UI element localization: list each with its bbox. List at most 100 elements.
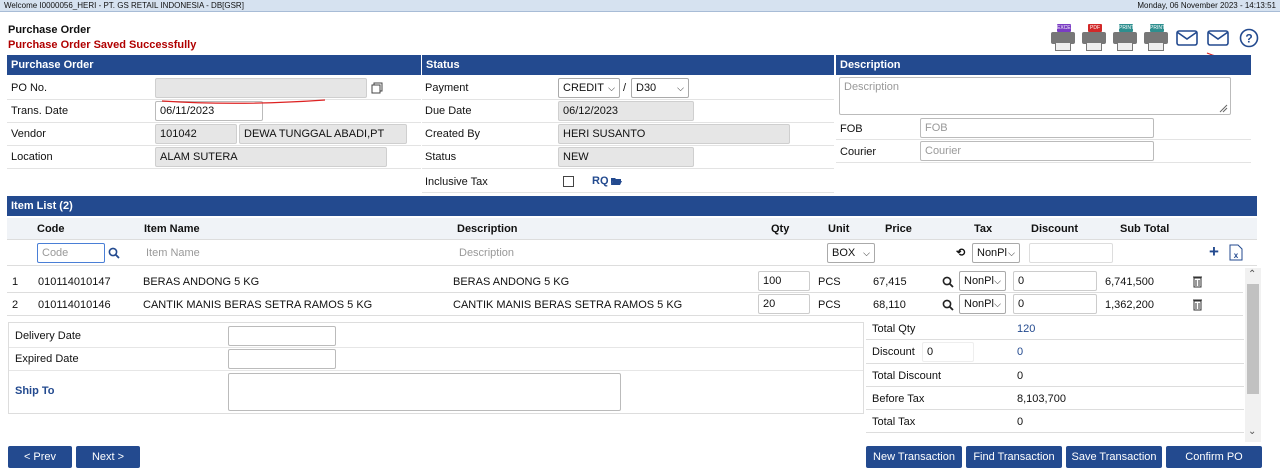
scrollbar-thumb[interactable]	[1247, 284, 1259, 394]
discount-value: 0	[1017, 346, 1024, 358]
courier-row: Courier Courier	[836, 140, 1251, 163]
chevron-down-icon: ⌵	[863, 248, 870, 258]
description-input[interactable]: Description	[454, 243, 752, 263]
print-tag-1: PRINT1	[1119, 24, 1137, 32]
row-tax-select[interactable]: NonPl ⌵	[959, 271, 1006, 291]
row-discount-input[interactable]: 0	[1013, 294, 1097, 314]
col-tax: Tax	[974, 223, 993, 235]
search-icon[interactable]	[942, 276, 954, 288]
fob-input[interactable]: FOB	[920, 118, 1154, 138]
inclusive-tax-checkbox[interactable]	[563, 176, 574, 187]
created-by-field: HERI SUSANTO	[558, 124, 790, 144]
tax-select[interactable]: NonPl ⌵	[972, 243, 1020, 263]
row-tax-value: NonPl	[964, 275, 994, 287]
payment-term-select[interactable]: D30 ⌵	[631, 78, 689, 98]
table-row[interactable]: 1 010114010147 BERAS ANDONG 5 KG BERAS A…	[7, 270, 1243, 293]
help-icon[interactable]: ?	[1236, 25, 1262, 51]
next-button[interactable]: Next >	[76, 446, 140, 468]
item-list-header: Item List (2)	[7, 196, 1257, 216]
location-row: Location ALAM SUTERA	[7, 146, 421, 169]
email-icon[interactable]	[1174, 25, 1200, 51]
folder-open-icon[interactable]	[610, 176, 623, 186]
col-discount: Discount	[1031, 223, 1079, 235]
row-no: 1	[12, 276, 19, 288]
total-qty-value: 120	[1017, 323, 1036, 335]
payment-type-value: CREDIT	[563, 82, 604, 94]
discount-percent-input[interactable]: 0	[922, 342, 974, 362]
svg-text:x: x	[1234, 251, 1239, 260]
row-item-name: BERAS ANDONG 5 KG	[143, 276, 260, 288]
svg-text:?: ?	[1245, 32, 1252, 46]
status-row: Status NEW	[422, 146, 834, 169]
print-tag-2: PRINT2	[1150, 24, 1168, 32]
row-unit: PCS	[818, 276, 841, 288]
payment-type-select[interactable]: CREDIT ⌵	[558, 78, 620, 98]
ship-to-textarea[interactable]	[228, 373, 621, 411]
location-label: Location	[11, 151, 53, 163]
print-button-1[interactable]: PRINT1	[1112, 24, 1138, 52]
discount-input[interactable]	[1029, 243, 1113, 263]
qty-input[interactable]	[770, 243, 818, 263]
scroll-up-icon[interactable]: ⌃	[1248, 269, 1256, 280]
item-name-input[interactable]: Item Name	[141, 243, 439, 263]
col-qty: Qty	[771, 223, 790, 235]
history-icon[interactable]: ⟲	[956, 246, 965, 259]
confirm-po-button[interactable]: Confirm PO	[1166, 446, 1262, 468]
row-code: 010114010146	[38, 299, 111, 311]
row-qty-input[interactable]: 20	[758, 294, 810, 314]
totals-box: Total Qty 120 Discount 0 0 Total Discoun…	[866, 317, 1244, 441]
item-table-header: Code Item Name Description Qty Unit Pric…	[7, 218, 1257, 240]
delivery-date-label: Delivery Date	[15, 330, 82, 342]
rq-link[interactable]: RQ	[592, 175, 609, 187]
table-row[interactable]: 2 010114010146 CANTIK MANIS BERAS SETRA …	[7, 293, 1243, 316]
find-transaction-button[interactable]: Find Transaction	[966, 446, 1062, 468]
before-tax-label: Before Tax	[872, 393, 925, 405]
print-excel-button[interactable]: EXCEL	[1050, 24, 1076, 52]
search-icon[interactable]	[942, 299, 954, 311]
annotation-underline-po	[161, 99, 326, 104]
unit-select[interactable]: BOX ⌵	[827, 243, 875, 263]
delivery-box: Delivery Date Expired Date Ship To	[8, 322, 864, 414]
courier-label: Courier	[840, 146, 877, 158]
payment-row: Payment CREDIT ⌵ / D30 ⌵	[422, 77, 834, 100]
success-message: Purchase Order Saved Successfully	[8, 39, 197, 51]
print-button-2[interactable]: PRINT2	[1143, 24, 1169, 52]
col-code: Code	[37, 223, 65, 235]
new-transaction-button[interactable]: New Transaction	[866, 446, 962, 468]
scroll-down-icon[interactable]: ⌄	[1248, 426, 1256, 437]
prev-button[interactable]: < Prev	[8, 446, 72, 468]
code-input[interactable]: Code	[37, 243, 105, 263]
col-description: Description	[457, 223, 518, 235]
discount-label: Discount	[872, 346, 915, 358]
vendor-name-field: DEWA TUNGGAL ABADI,PT	[239, 124, 407, 144]
chevron-down-icon: ⌵	[608, 83, 615, 93]
save-transaction-button[interactable]: Save Transaction	[1066, 446, 1162, 468]
chevron-down-icon: ⌵	[994, 299, 1001, 309]
email-send-icon[interactable]	[1205, 25, 1231, 51]
row-qty-input[interactable]: 100	[758, 271, 810, 291]
created-by-label: Created By	[425, 128, 481, 140]
row-discount-input[interactable]: 0	[1013, 271, 1097, 291]
toolbar: EXCEL PDF PRINT1 PRINT2 ?	[1050, 24, 1262, 52]
row-tax-select[interactable]: NonPl ⌵	[959, 294, 1006, 314]
vendor-row: Vendor 101042 DEWA TUNGGAL ABADI,PT	[7, 123, 421, 146]
description-textarea[interactable]: Description	[839, 77, 1231, 115]
item-entry-row: Code Item Name Description BOX ⌵ ⟲ NonPl ⌵…	[7, 240, 1257, 266]
courier-input[interactable]: Courier	[920, 141, 1154, 161]
search-icon[interactable]	[108, 247, 120, 259]
payment-label: Payment	[425, 82, 469, 94]
excel-import-icon[interactable]: x	[1229, 244, 1243, 261]
print-pdf-button[interactable]: PDF	[1081, 24, 1107, 52]
inclusive-tax-row: Inclusive Tax RQ	[422, 170, 834, 193]
scrollbar[interactable]: ⌃ ⌄	[1245, 268, 1261, 442]
trash-icon[interactable]	[1192, 298, 1203, 311]
add-item-icon[interactable]: +	[1209, 242, 1219, 262]
col-sub-total: Sub Total	[1120, 223, 1170, 235]
delivery-date-input[interactable]	[228, 326, 336, 346]
expired-date-input[interactable]	[228, 349, 336, 369]
resize-handle-icon[interactable]	[1218, 103, 1228, 113]
copy-icon[interactable]	[371, 82, 383, 94]
trash-icon[interactable]	[1192, 275, 1203, 288]
welcome-text: Welcome I0000056_HERI - PT. GS RETAIL IN…	[4, 1, 244, 10]
price-input[interactable]	[884, 243, 942, 263]
